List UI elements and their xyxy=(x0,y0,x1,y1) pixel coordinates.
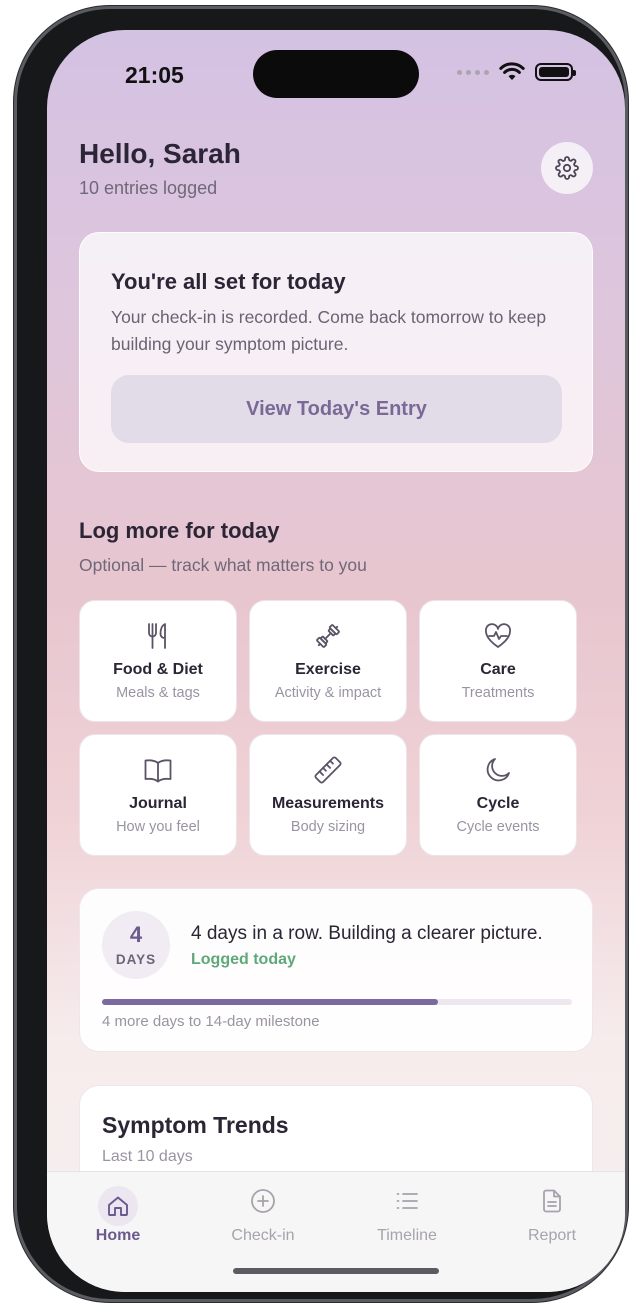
app-screen: 21:05 Hello, Sarah 10 entries logged You… xyxy=(47,30,625,1292)
tab-home[interactable]: Home xyxy=(58,1172,178,1262)
tile-sublabel: Activity & impact xyxy=(274,685,382,701)
tile-label: Exercise xyxy=(295,661,361,678)
tile-sublabel: Treatments xyxy=(461,685,535,701)
tile-label: Journal xyxy=(129,795,187,812)
tile-sublabel: Cycle events xyxy=(456,819,540,835)
streak-days-unit: DAYS xyxy=(115,952,157,967)
tab-label: Timeline xyxy=(377,1227,437,1244)
battery-icon xyxy=(535,63,576,81)
tab-check-in[interactable]: Check-in xyxy=(203,1172,323,1262)
wifi-icon xyxy=(499,62,525,80)
tile-sublabel: Body sizing xyxy=(290,819,366,835)
fork-knife-icon xyxy=(148,623,166,649)
tile-cycle[interactable]: Cycle Cycle events xyxy=(419,734,577,856)
dumbbell-icon xyxy=(316,624,340,648)
tile-food-diet[interactable]: Food & Diet Meals & tags xyxy=(79,600,237,722)
log-more-title: Log more for today xyxy=(79,518,280,543)
list-icon xyxy=(396,1193,418,1209)
tile-sublabel: How you feel xyxy=(116,819,200,835)
status-icons xyxy=(457,62,576,82)
tab-report[interactable]: Report xyxy=(492,1172,612,1262)
tile-measurements[interactable]: Measurements Body sizing xyxy=(249,734,407,856)
tile-label: Cycle xyxy=(476,795,520,812)
tile-label: Food & Diet xyxy=(113,661,203,678)
dynamic-island xyxy=(253,50,419,98)
tile-label: Measurements xyxy=(271,795,385,812)
trends-title: Symptom Trends xyxy=(102,1112,289,1138)
entries-count: 10 entries logged xyxy=(79,178,218,198)
tab-label: Home xyxy=(95,1227,141,1244)
home-icon xyxy=(108,1196,128,1216)
milestone-text: 4 more days to 14-day milestone xyxy=(102,1013,320,1030)
home-indicator[interactable] xyxy=(233,1268,439,1274)
status-time: 21:05 xyxy=(125,62,184,88)
trends-subtitle: Last 10 days xyxy=(102,1148,193,1165)
heart-pulse-icon xyxy=(485,623,511,648)
document-icon xyxy=(543,1189,561,1213)
ruler-icon xyxy=(314,756,342,784)
signal-icon xyxy=(457,69,489,75)
greeting-title: Hello, Sarah xyxy=(79,138,241,169)
log-more-subtitle: Optional — track what matters to you xyxy=(79,555,367,575)
tile-sublabel: Meals & tags xyxy=(116,685,200,701)
gear-icon xyxy=(555,156,579,180)
streak-badge: 4 DAYS xyxy=(102,911,170,979)
tile-care[interactable]: Care Treatments xyxy=(419,600,577,722)
streak-headline: 4 days in a row. Building a clearer pict… xyxy=(191,923,543,944)
streak-status: Logged today xyxy=(191,951,296,968)
tab-label: Check-in xyxy=(231,1227,295,1244)
checkin-card-message: Your check-in is recorded. Come back tom… xyxy=(111,307,547,354)
settings-button[interactable] xyxy=(541,142,593,194)
tab-label: Report xyxy=(527,1227,577,1244)
milestone-progress-bar xyxy=(102,999,572,1005)
milestone-progress-fill xyxy=(102,999,438,1005)
tile-journal[interactable]: Journal How you feel xyxy=(79,734,237,856)
view-todays-entry-button[interactable]: View Today's Entry xyxy=(111,375,562,443)
streak-days-number: 4 xyxy=(129,922,143,947)
tab-timeline[interactable]: Timeline xyxy=(347,1172,467,1262)
plus-circle-icon xyxy=(251,1189,275,1213)
checkin-card-title: You're all set for today xyxy=(111,269,346,294)
phone-frame: 21:05 Hello, Sarah 10 entries logged You… xyxy=(14,6,628,1302)
book-icon xyxy=(144,759,172,783)
streak-card: 4 DAYS 4 days in a row. Building a clear… xyxy=(79,888,593,1052)
tile-label: Care xyxy=(480,661,516,678)
moon-icon xyxy=(486,758,510,782)
checkin-complete-card: You're all set for today Your check-in i… xyxy=(79,232,593,472)
tile-exercise[interactable]: Exercise Activity & impact xyxy=(249,600,407,722)
